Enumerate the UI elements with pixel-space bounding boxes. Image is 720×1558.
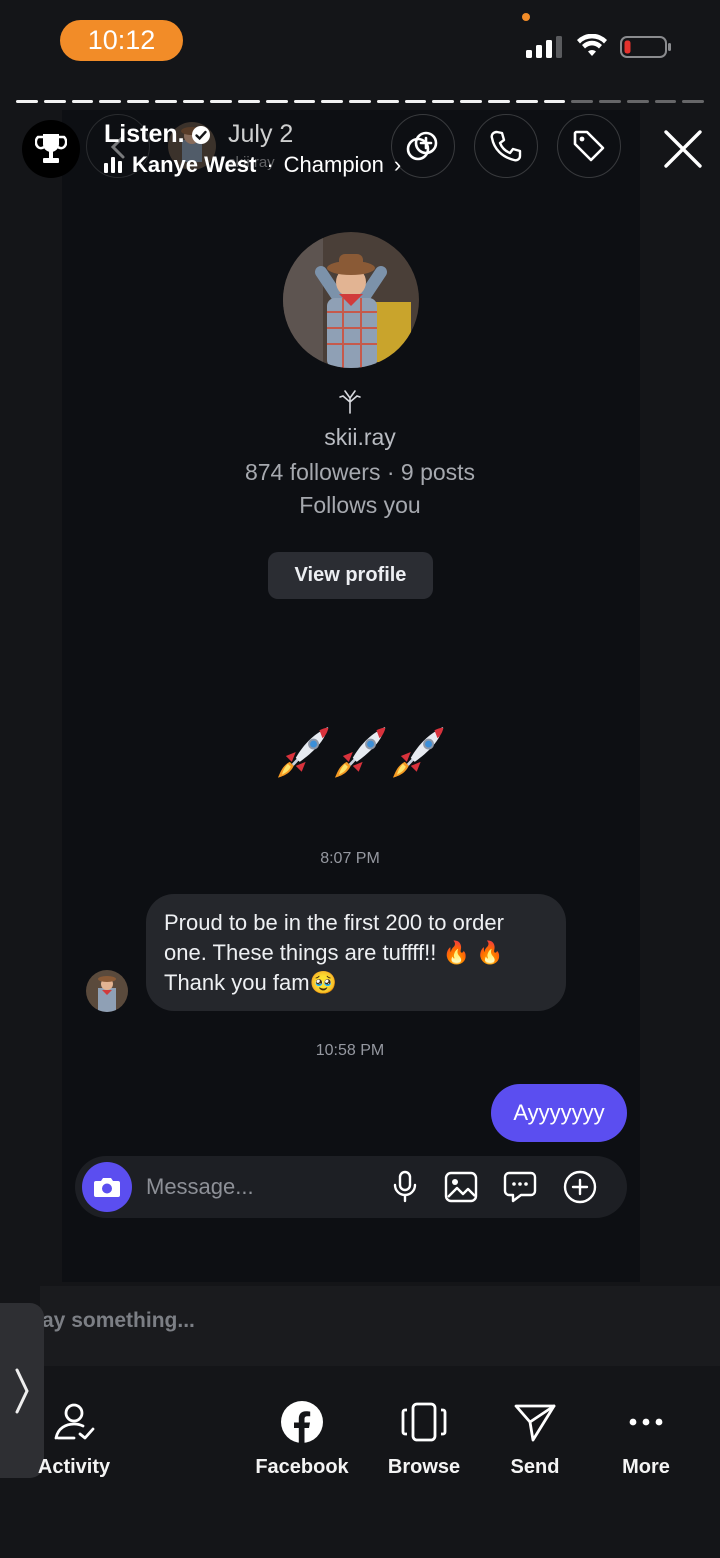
video-chat-button[interactable] [391,114,455,178]
tag-button[interactable] [557,114,621,178]
more-icon [622,1398,670,1446]
privacy-indicator-dot [522,13,530,21]
story-progress-segment [154,100,177,103]
tag-icon [573,130,605,162]
call-button[interactable] [474,114,538,178]
wifi-icon [577,34,607,56]
story-progress-segment [321,100,344,103]
story-progress-segment [376,100,399,103]
nav-browse[interactable]: Browse [369,1398,479,1479]
story-progress-segment [99,100,122,103]
cellular-signal-icon [526,36,562,58]
outgoing-message-bubble[interactable]: Ayyyyyyy [491,1084,627,1142]
story-progress-segment [293,100,316,103]
camera-button[interactable] [82,1162,132,1212]
plus-circle-icon [563,1170,597,1204]
music-song: Champion [283,152,384,177]
incoming-message-bubble[interactable]: Proud to be in the first 200 to order on… [146,894,566,1011]
chat-bubble-icon [503,1171,537,1203]
story-progress-segment [626,100,649,103]
story-progress-segment [682,100,705,103]
story-progress-segment [543,100,566,103]
activity-icon [50,1398,98,1446]
follows-you-label: Follows you [299,492,421,518]
nav-facebook[interactable]: Facebook [247,1398,357,1479]
profile-username: skii.ray [324,424,396,450]
story-author[interactable]: Listen. [104,120,211,149]
trophy-badge[interactable] [22,120,80,178]
story-progress-segment [349,100,371,103]
message-timestamp: 8:07 PM [320,850,380,867]
nav-facebook-label: Facebook [255,1456,349,1478]
sender-avatar [86,970,128,1012]
nav-send[interactable]: Send [480,1398,590,1479]
music-bars-icon [104,157,122,173]
nav-more[interactable]: More [591,1398,701,1479]
nav-activity-label: Activity [37,1456,111,1478]
story-progress-segment [571,100,594,103]
send-icon [511,1398,559,1446]
nav-browse-label: Browse [387,1456,461,1478]
music-artist: Kanye West [132,152,257,177]
story-progress-segment [515,100,538,103]
trophy-icon [35,134,67,163]
nav-activity[interactable]: Activity [19,1398,129,1479]
story-progress-segment [43,100,66,103]
nav-more-label: More [622,1456,670,1478]
profile-stats: 874 followers · 9 posts [244,459,476,485]
battery-low-icon [620,36,671,58]
gallery-button[interactable] [442,1168,480,1206]
story-progress-segment [599,100,621,103]
verified-badge-icon [191,125,210,144]
image-icon [444,1171,478,1203]
rocket-emoji-message [276,722,446,782]
story-progress-segment [265,100,288,103]
story-reply-input[interactable] [42,1306,442,1336]
story-progress-segment [404,100,427,103]
message-timestamp: 10:58 PM [315,1042,385,1059]
profile-avatar [283,232,419,368]
story-progress-segment [210,100,233,103]
rocket-icon [335,727,386,778]
story-progress-segment [488,100,510,103]
video-chat-icon [406,131,438,161]
story-progress-segment [654,100,677,103]
microphone-icon [393,1170,417,1203]
story-progress-bar [16,100,705,104]
story-progress-segment [460,100,483,103]
voice-message-button[interactable] [386,1168,424,1206]
story-progress-segment [432,100,455,103]
story-progress-segment [71,100,94,103]
story-date: July 2 [228,120,294,148]
message-input[interactable] [146,1172,376,1202]
music-separator: · [266,152,274,177]
sticker-button[interactable] [501,1168,539,1206]
rocket-icon [277,727,329,778]
story-progress-segment [182,100,205,103]
more-options-button[interactable] [561,1168,599,1206]
nav-send-label: Send [510,1456,560,1478]
story-progress-segment [127,100,149,103]
facebook-icon [278,1398,326,1446]
camera-icon [94,1178,120,1197]
plant-icon [339,390,361,414]
phone-icon [490,130,522,162]
story-music-attribution[interactable]: Kanye West · Champion › [104,152,401,178]
story-author-name: Listen. [104,120,185,148]
story-progress-segment [238,100,260,103]
rocket-icon [392,727,444,778]
status-time: 10:12 [60,20,183,61]
browse-icon [400,1398,448,1446]
story-progress-segment [16,100,38,103]
view-profile-button[interactable]: View profile [268,552,433,599]
close-icon[interactable] [658,124,708,174]
